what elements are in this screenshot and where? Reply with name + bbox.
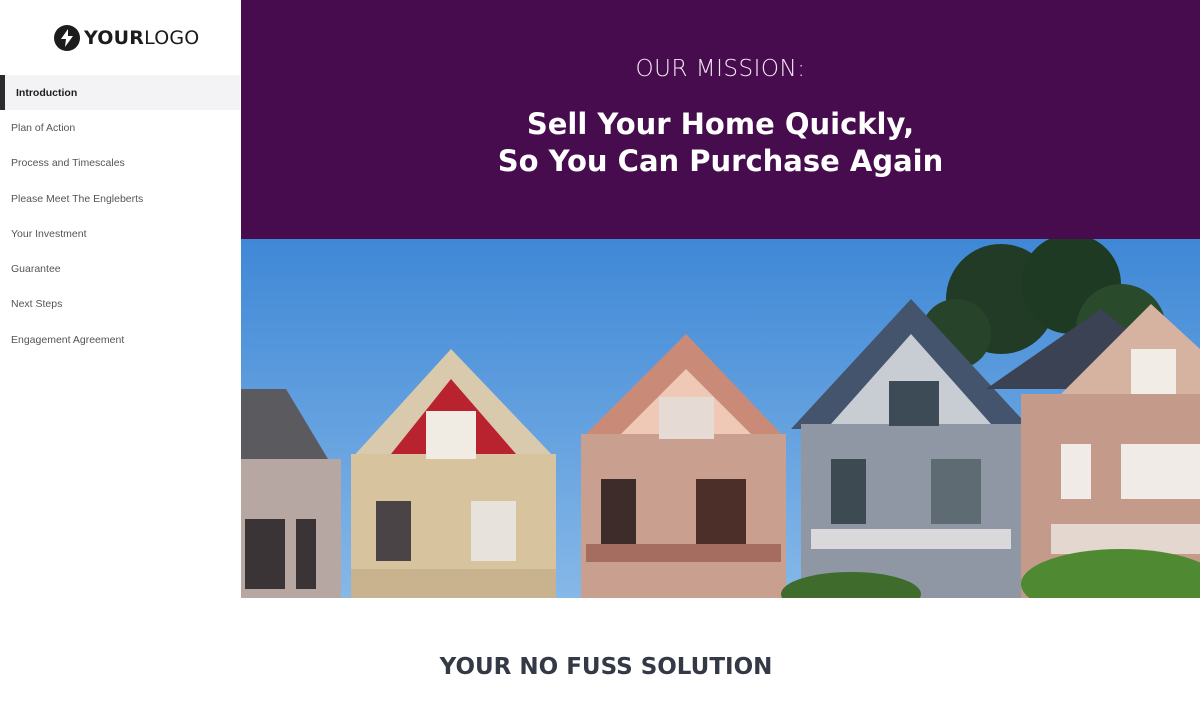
- sidebar-item-process-and-timescales[interactable]: Process and Timescales: [0, 146, 240, 181]
- lightning-bolt-icon: [54, 25, 80, 51]
- sidebar-item-meet-the-engleberts[interactable]: Please Meet The Engleberts: [0, 181, 240, 216]
- houses-photo: [241, 239, 1200, 598]
- logo[interactable]: YOURLOGO: [54, 24, 199, 52]
- hero-title-line-1: Sell Your Home Quickly,: [526, 107, 915, 141]
- sidebar-item-plan-of-action[interactable]: Plan of Action: [0, 110, 240, 145]
- sidebar-nav: Introduction Plan of Action Process and …: [0, 75, 240, 357]
- sidebar-item-guarantee[interactable]: Guarantee: [0, 251, 240, 286]
- logo-text: YOURLOGO: [84, 27, 200, 49]
- sidebar: YOURLOGO Introduction Plan of Action Pro…: [0, 0, 240, 598]
- hero-banner: OUR MISSION: Sell Your Home Quickly, So …: [241, 0, 1200, 239]
- sidebar-item-next-steps[interactable]: Next Steps: [0, 287, 240, 322]
- sidebar-item-introduction[interactable]: Introduction: [0, 75, 240, 111]
- hero-kicker: OUR MISSION:: [635, 56, 806, 82]
- section-title: YOUR NO FUSS SOLUTION: [439, 654, 773, 680]
- hero-title: Sell Your Home Quickly, So You Can Purch…: [241, 106, 1200, 180]
- sidebar-item-engagement-agreement[interactable]: Engagement Agreement: [0, 322, 240, 357]
- sidebar-item-your-investment[interactable]: Your Investment: [0, 216, 240, 251]
- hero-title-line-2: So You Can Purchase Again: [497, 144, 944, 178]
